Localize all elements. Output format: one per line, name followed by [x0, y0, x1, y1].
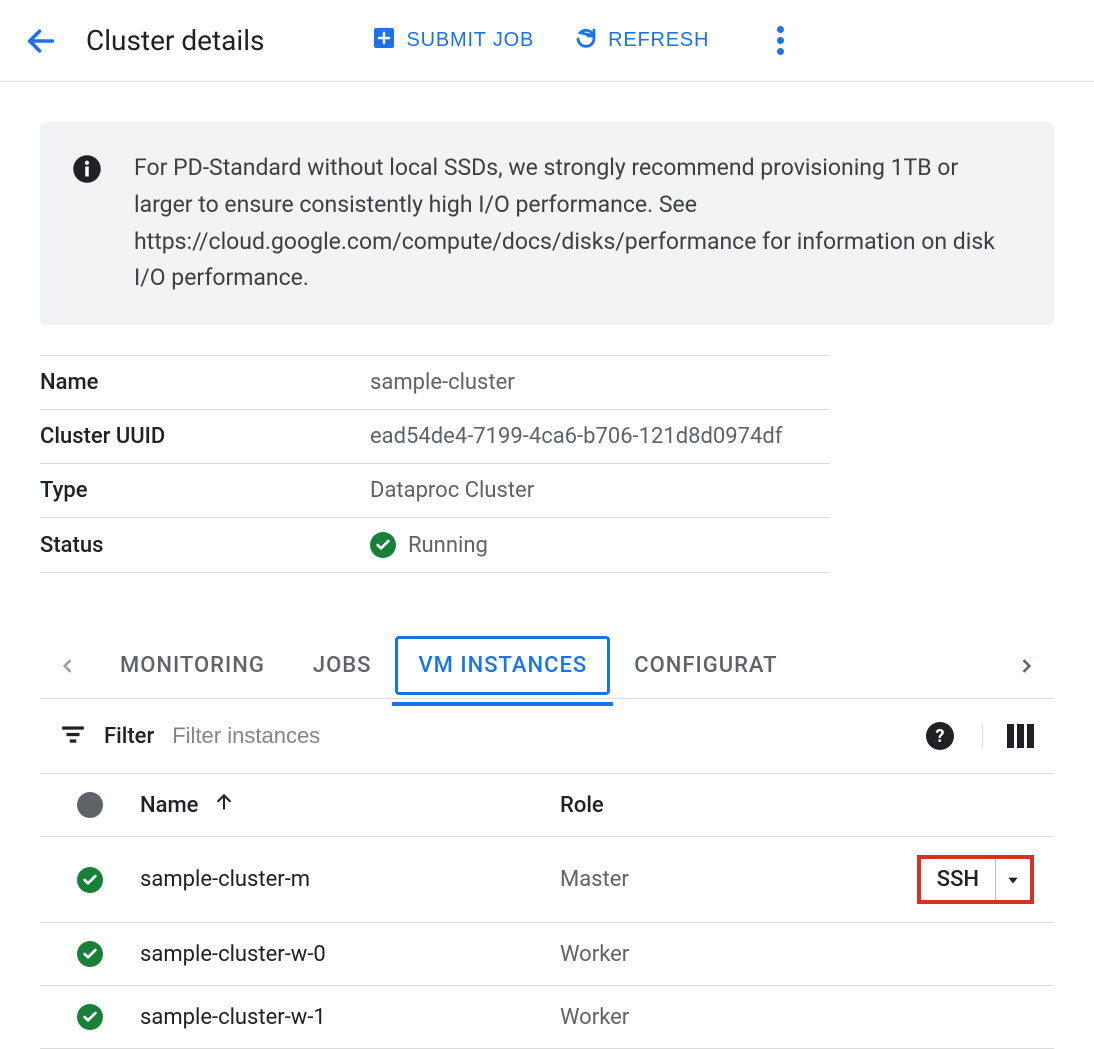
check-circle-icon — [370, 532, 396, 558]
detail-label: Type — [40, 464, 370, 518]
col-header-status — [60, 792, 120, 818]
column-chooser-icon[interactable] — [982, 724, 1034, 748]
help-icon[interactable]: ? — [926, 722, 954, 750]
tab-jobs[interactable]: JOBS — [289, 633, 396, 698]
instance-role: Worker — [560, 942, 854, 967]
header-actions: SUBMIT JOB REFRESH — [372, 18, 792, 63]
filter-row: Filter ? — [40, 699, 1054, 774]
back-arrow-icon[interactable] — [24, 24, 58, 58]
detail-label: Status — [40, 518, 370, 573]
detail-value: Dataproc Cluster — [370, 464, 830, 518]
col-header-role[interactable]: Role — [560, 793, 854, 818]
dropdown-caret-icon[interactable] — [996, 859, 1030, 900]
detail-label: Cluster UUID — [40, 410, 370, 464]
instance-role: Worker — [560, 1005, 854, 1030]
detail-row-type: Type Dataproc Cluster — [40, 464, 830, 518]
check-circle-icon — [77, 867, 103, 893]
instance-name[interactable]: sample-cluster-w-1 — [140, 1005, 540, 1030]
tabs: MONITORING JOBS VM INSTANCES CONFIGURAT — [40, 633, 1054, 699]
check-circle-icon — [77, 1004, 103, 1030]
page-header: Cluster details SUBMIT JOB REFRESH — [0, 0, 1094, 82]
sort-ascending-icon — [214, 793, 234, 818]
submit-job-button[interactable]: SUBMIT JOB — [372, 26, 534, 56]
refresh-button[interactable]: REFRESH — [574, 26, 709, 56]
refresh-icon — [574, 26, 598, 56]
detail-row-name: Name sample-cluster — [40, 356, 830, 410]
instance-role: Master — [560, 867, 854, 892]
tabs-scroll-right-icon[interactable] — [998, 656, 1054, 676]
tab-monitoring[interactable]: MONITORING — [96, 633, 289, 698]
tab-vm-instances[interactable]: VM INSTANCES — [395, 636, 610, 695]
check-circle-icon — [77, 941, 103, 967]
info-banner-text: For PD-Standard without local SSDs, we s… — [134, 150, 1022, 297]
cluster-details-table: Name sample-cluster Cluster UUID ead54de… — [40, 355, 830, 573]
tabs-scroll-left-icon[interactable] — [40, 656, 96, 676]
refresh-label: REFRESH — [608, 29, 709, 52]
ssh-button-label: SSH — [921, 859, 996, 900]
page-title: Cluster details — [86, 24, 264, 57]
col-header-name[interactable]: Name — [140, 792, 540, 818]
detail-row-status: Status Running — [40, 518, 830, 573]
detail-value: Running — [370, 518, 830, 573]
instance-name[interactable]: sample-cluster-m — [140, 867, 540, 892]
filter-label: Filter — [104, 724, 154, 749]
tab-configuration[interactable]: CONFIGURAT — [610, 633, 790, 698]
filter-icon — [60, 721, 86, 751]
status-dot-icon — [77, 792, 103, 818]
instance-row: sample-cluster-w-0 Worker — [40, 923, 1054, 986]
info-banner: For PD-Standard without local SSDs, we s… — [40, 122, 1054, 325]
content-area: For PD-Standard without local SSDs, we s… — [0, 82, 1094, 1049]
info-icon — [72, 154, 102, 188]
ssh-button[interactable]: SSH — [917, 855, 1034, 904]
detail-row-uuid: Cluster UUID ead54de4-7199-4ca6-b706-121… — [40, 410, 830, 464]
instances-table-header: Name Role — [40, 774, 1054, 837]
submit-job-label: SUBMIT JOB — [406, 29, 534, 52]
instance-name[interactable]: sample-cluster-w-0 — [140, 942, 540, 967]
filter-input[interactable] — [172, 723, 908, 749]
status-text: Running — [408, 533, 488, 558]
detail-label: Name — [40, 356, 370, 410]
overflow-menu-icon[interactable] — [769, 18, 792, 63]
instance-row: sample-cluster-w-1 Worker — [40, 986, 1054, 1049]
instance-row: sample-cluster-m Master SSH — [40, 837, 1054, 923]
detail-value: sample-cluster — [370, 356, 830, 410]
plus-box-icon — [372, 26, 396, 56]
detail-value: ead54de4-7199-4ca6-b706-121d8d0974df — [370, 410, 830, 464]
